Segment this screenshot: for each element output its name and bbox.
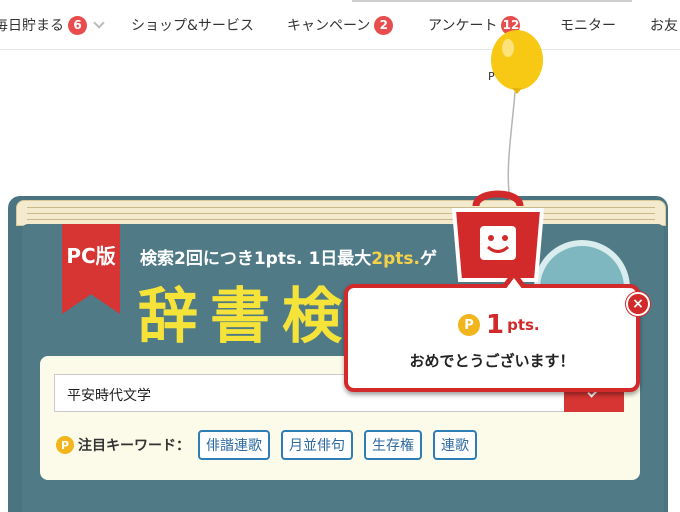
keyword-chip[interactable]: 生存権 — [364, 430, 422, 460]
nav-item-label: 毎日貯まる — [0, 18, 64, 34]
nav-item-shop[interactable]: ショップ&サービス — [131, 0, 254, 50]
nav-item-label: モニター — [560, 18, 616, 34]
balloon-caption: P — [488, 70, 495, 83]
nav-item-label: キャンペーン — [287, 18, 371, 34]
points-row: P 1 pts. — [458, 310, 540, 340]
congrats-message: おめでとうございます！ — [409, 352, 575, 370]
book-pages — [16, 200, 666, 226]
keyword-chip[interactable]: 月並俳句 — [281, 430, 353, 460]
tagline-suffix: ゲ — [419, 249, 437, 269]
keyword-label: 注目キーワード： — [78, 438, 190, 454]
point-coin-icon: P — [458, 314, 480, 336]
tagline: 検索2回につき1pts. 1日最大2pts.ゲ — [140, 244, 437, 269]
points-earned-popup: P 1 pts. おめでとうございます！ — [344, 284, 640, 392]
keyword-chip[interactable]: 俳諧連歌 — [198, 430, 270, 460]
nav-badge: 12 — [501, 15, 521, 35]
nav-item-label: お友 — [650, 18, 678, 34]
top-nav: 毎日貯まる 6 ショップ&サービス キャンペーン 2 アンケート 12 モニター… — [0, 0, 680, 50]
nav-item-campaign[interactable]: キャンペーン 2 — [287, 0, 394, 50]
nav-badge: 6 — [68, 15, 87, 35]
nav-item-friend[interactable]: お友 — [650, 0, 678, 50]
keyword-chip[interactable]: 連歌 — [433, 430, 477, 460]
points-value: 1 — [486, 310, 505, 340]
nav-item-survey[interactable]: アンケート 12 — [428, 0, 521, 50]
nav-item-label: ショップ&サービス — [131, 18, 254, 34]
points-unit: pts. — [507, 316, 540, 334]
keyword-row: P 注目キーワード： 俳諧連歌 月並俳句 生存権 連歌 — [56, 430, 488, 460]
nav-item-daily[interactable]: 毎日貯まる 6 — [0, 0, 105, 50]
close-icon[interactable]: × — [626, 292, 650, 316]
tagline-highlight: 2pts. — [371, 249, 420, 269]
point-coin-icon: P — [56, 436, 74, 454]
nav-item-monitor[interactable]: モニター — [560, 0, 616, 50]
nav-item-label: アンケート — [428, 18, 498, 34]
chevron-down-icon — [93, 17, 105, 29]
popup-tail-inner — [505, 278, 523, 290]
shopping-bag-mascot-icon — [451, 190, 545, 282]
tagline-prefix: 検索2回につき1pts. 1日最大 — [140, 249, 372, 269]
nav-badge: 2 — [374, 15, 394, 35]
